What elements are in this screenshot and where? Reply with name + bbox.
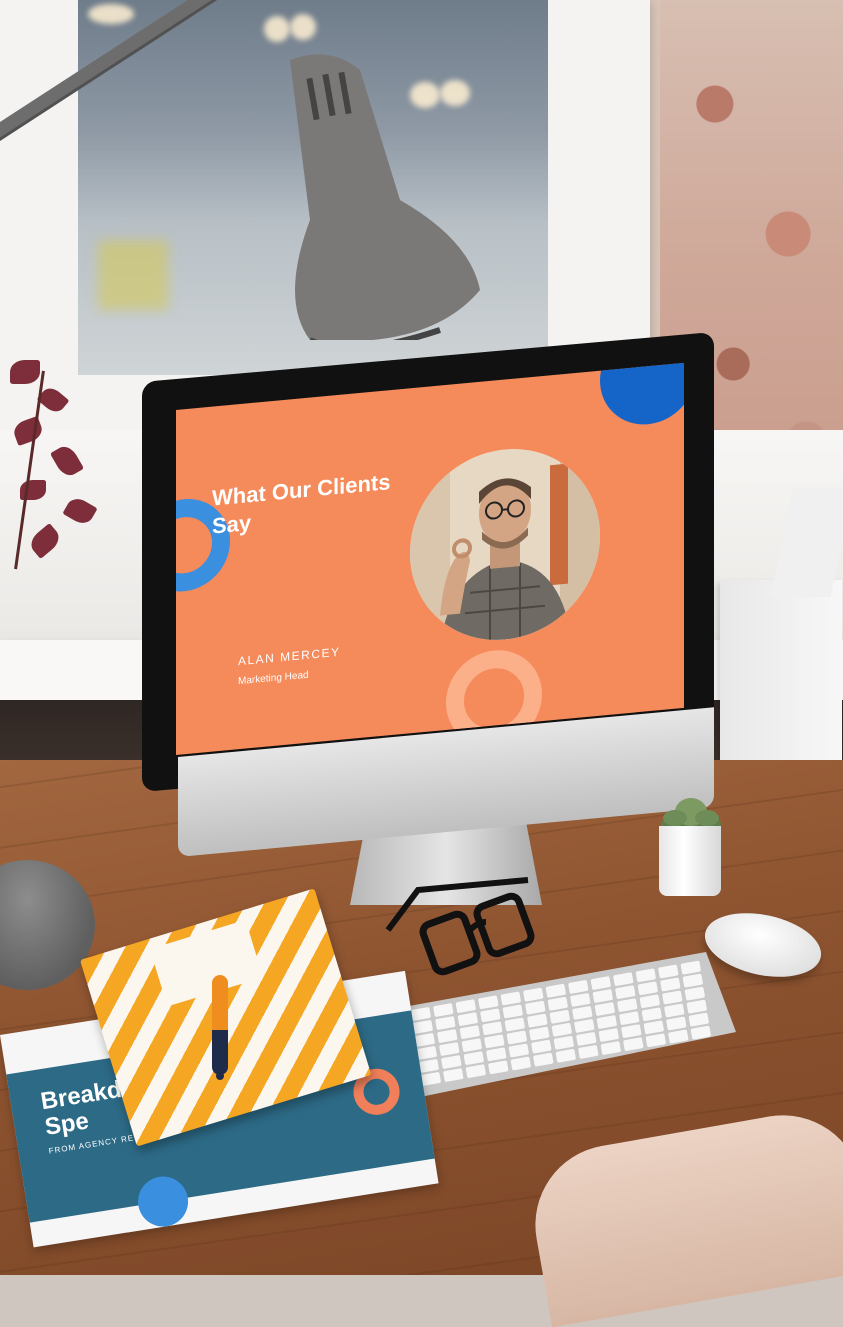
bokeh-light [264, 16, 290, 42]
plant [0, 350, 110, 580]
bokeh-light [88, 4, 134, 24]
client-role: Marketing Head [238, 669, 309, 688]
blurred-sign [98, 240, 168, 310]
plant-pot [659, 826, 721, 896]
client-photo [410, 440, 600, 649]
pen-tip [216, 1072, 224, 1080]
decorative-blue-circle [600, 362, 684, 429]
pen [212, 975, 228, 1075]
client-name: ALAN MERCEY [238, 644, 341, 669]
keyboard [376, 952, 736, 1102]
monitor-screen-slide: What Our Clients Say ALAN MERCEY Marketi… [176, 362, 684, 755]
bokeh-light [290, 14, 316, 40]
notebook-label [149, 919, 264, 1007]
slide-title: What Our Clients Say [212, 469, 391, 539]
desk-lamp-shade [290, 54, 480, 340]
